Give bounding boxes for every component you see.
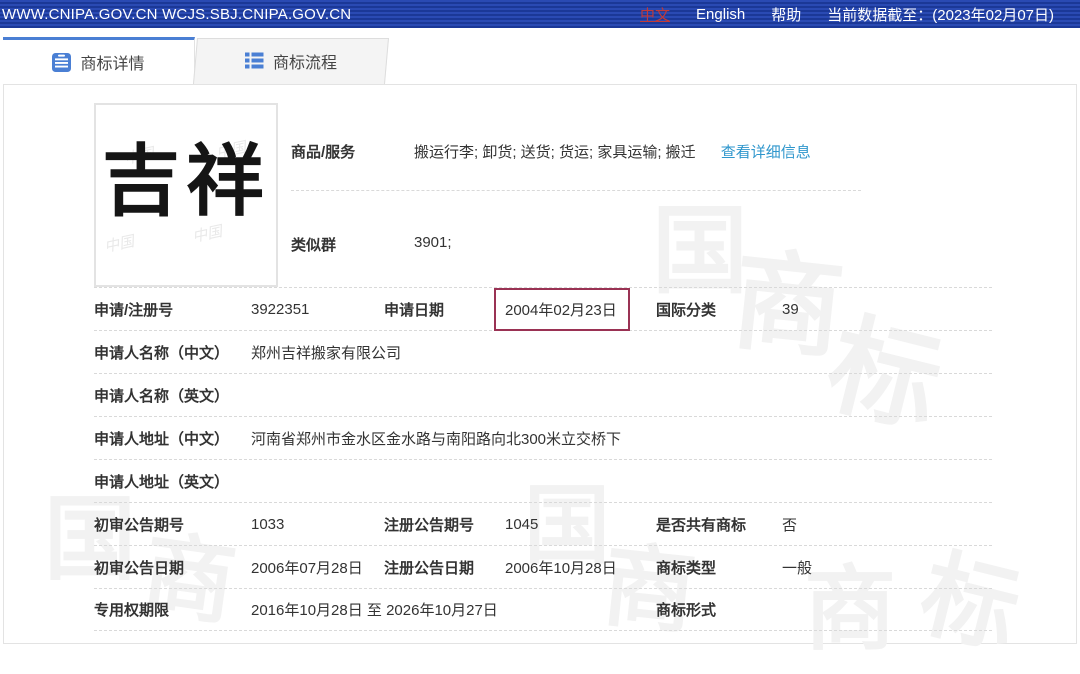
top-bar: WWW.CNIPA.GOV.CN WCJS.SBJ.CNIPA.GOV.CN 中… bbox=[0, 0, 1080, 28]
similar-group-label: 类似群 bbox=[291, 234, 414, 255]
reg-no-value: 3922351 bbox=[251, 301, 384, 318]
reg-pub-no-value: 1045 bbox=[505, 516, 656, 533]
table-row: 申请人地址（英文） bbox=[94, 459, 992, 502]
table-row: 申请人名称（英文） bbox=[94, 373, 992, 416]
site-url-text: WWW.CNIPA.GOV.CN WCJS.SBJ.CNIPA.GOV.CN bbox=[0, 6, 351, 23]
reg-pub-no-label: 注册公告期号 bbox=[384, 514, 505, 535]
reg-no-label: 申请/注册号 bbox=[94, 299, 251, 320]
reg-pub-date-label: 注册公告日期 bbox=[384, 557, 505, 578]
applicant-cn-label: 申请人名称（中文） bbox=[94, 342, 251, 363]
table-row: 申请人名称（中文） 郑州吉祥搬家有限公司 bbox=[94, 330, 992, 373]
shared-label: 是否共有商标 bbox=[656, 514, 782, 535]
address-cn-label: 申请人地址（中文） bbox=[94, 428, 251, 449]
trademark-detail-panel: 国 商 标 国 商 国 商 标 商 中国 中国 中国 中国 吉祥 商品/服务 搬… bbox=[3, 84, 1077, 644]
tab-trademark-process-label: 商标流程 bbox=[273, 49, 337, 73]
shared-value: 否 bbox=[782, 514, 992, 535]
table-row: 专用权期限 2016年10月28日 至 2026年10月27日 商标形式 bbox=[94, 588, 992, 631]
applicant-cn-value: 郑州吉祥搬家有限公司 bbox=[251, 342, 992, 363]
term-value: 2016年10月28日 至 2026年10月27日 bbox=[251, 599, 656, 620]
tab-trademark-detail-label: 商标详情 bbox=[80, 50, 144, 74]
prelim-no-label: 初审公告期号 bbox=[94, 514, 251, 535]
similar-group-value: 3901; bbox=[414, 234, 452, 251]
tm-form-label: 商标形式 bbox=[656, 599, 782, 620]
prelim-date-label: 初审公告日期 bbox=[94, 557, 251, 578]
tm-type-label: 商标类型 bbox=[656, 557, 782, 578]
tm-type-value: 一般 bbox=[782, 557, 992, 578]
prelim-date-value: 2006年07月28日 bbox=[251, 557, 384, 578]
highlight-box: 2004年02月23日 bbox=[494, 288, 630, 331]
similar-group-row: 类似群 3901; bbox=[291, 234, 891, 255]
lang-english-link[interactable]: English bbox=[696, 6, 745, 23]
table-row: 申请/注册号 3922351 申请日期 2004年02月23日 国际分类 39 bbox=[94, 287, 992, 330]
applicant-en-label: 申请人名称（英文） bbox=[94, 385, 251, 406]
view-details-link[interactable]: 查看详细信息 bbox=[721, 141, 811, 162]
data-cutoff-text: 当前数据截至：(2023年02月07日) bbox=[827, 4, 1054, 25]
document-list-icon bbox=[52, 53, 71, 72]
tab-bar: 商标详情 商标流程 bbox=[3, 37, 387, 84]
tab-trademark-process[interactable]: 商标流程 bbox=[195, 37, 387, 84]
term-label: 专用权期限 bbox=[94, 599, 251, 620]
goods-services-value: 搬运行李; 卸货; 送货; 货运; 家具运输; 搬迁 bbox=[414, 141, 696, 162]
goods-services-label: 商品/服务 bbox=[291, 141, 414, 162]
tab-trademark-detail[interactable]: 商标详情 bbox=[3, 37, 195, 84]
intl-class-value: 39 bbox=[782, 301, 992, 318]
address-cn-value: 河南省郑州市金水区金水路与南阳路向北300米立交桥下 bbox=[251, 428, 992, 449]
table-row: 初审公告日期 2006年07月28日 注册公告日期 2006年10月28日 商标… bbox=[94, 545, 992, 588]
app-date-value: 2004年02月23日 bbox=[505, 302, 617, 319]
goods-services-row: 商品/服务 搬运行李; 卸货; 送货; 货运; 家具运输; 搬迁 查看详细信息 bbox=[291, 141, 1071, 162]
table-row: 初审公告期号 1033 注册公告期号 1045 是否共有商标 否 bbox=[94, 502, 992, 545]
topbar-nav: 中文 English 帮助 当前数据截至：(2023年02月07日) bbox=[640, 4, 1080, 25]
table-row: 申请人地址（中文） 河南省郑州市金水区金水路与南阳路向北300米立交桥下 bbox=[94, 416, 992, 459]
help-link[interactable]: 帮助 bbox=[771, 4, 801, 25]
image-watermark: 中国 bbox=[102, 230, 136, 257]
intl-class-label: 国际分类 bbox=[656, 299, 782, 320]
reg-pub-date-value: 2006年10月28日 bbox=[505, 557, 656, 578]
app-date-cell: 2004年02月23日 bbox=[505, 288, 656, 331]
trademark-calligraphy-text: 吉祥 bbox=[96, 143, 276, 221]
trademark-image[interactable]: 中国 中国 中国 中国 吉祥 bbox=[94, 103, 278, 287]
list-blocks-icon bbox=[245, 51, 264, 70]
field-rows: 申请/注册号 3922351 申请日期 2004年02月23日 国际分类 39 … bbox=[4, 287, 1078, 631]
divider bbox=[291, 190, 861, 191]
lang-chinese-link[interactable]: 中文 bbox=[640, 4, 670, 25]
address-en-label: 申请人地址（英文） bbox=[94, 471, 251, 492]
prelim-no-value: 1033 bbox=[251, 516, 384, 533]
app-date-label: 申请日期 bbox=[384, 299, 505, 320]
